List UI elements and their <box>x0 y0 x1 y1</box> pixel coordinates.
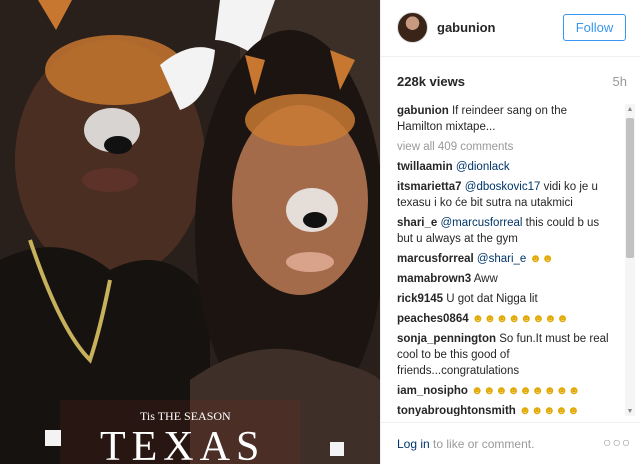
login-prompt-text: to like or comment. <box>429 437 535 451</box>
follow-button[interactable]: Follow <box>563 14 626 41</box>
post-sidebar: gabunion Follow 228k views 5h gabunion I… <box>380 0 640 464</box>
comment-user[interactable]: twillaamin <box>397 161 453 173</box>
scroll-down-arrow-icon[interactable]: ▼ <box>625 406 635 416</box>
comment: tonyabroughtonsmith ☻☻☻☻☻ <box>397 403 611 416</box>
comment: peaches0864 ☻☻☻☻☻☻☻☻ <box>397 311 611 327</box>
comment-user[interactable]: tonyabroughtonsmith <box>397 405 516 416</box>
comments-list: gabunion If reindeer sang on the Hamilto… <box>397 103 611 416</box>
scrollbar-thumb[interactable] <box>626 118 634 258</box>
comment-text: ☻☻ <box>526 253 554 265</box>
caption-user[interactable]: gabunion <box>397 105 449 117</box>
post-username[interactable]: gabunion <box>437 20 496 35</box>
caption: gabunion If reindeer sang on the Hamilto… <box>397 103 611 135</box>
post-header: gabunion Follow <box>381 0 640 57</box>
comment-mention[interactable]: @dionlack <box>456 161 510 173</box>
comment-mention[interactable]: @dboskovic17 <box>465 181 541 193</box>
comment-user[interactable]: sonja_pennington <box>397 333 496 345</box>
comment: iam_nosipho ☻☻☻☻☻☻☻☻☻ <box>397 383 611 399</box>
comment: marcusforreal @shari_e ☻☻ <box>397 251 611 267</box>
comment: twillaamin @dionlack <box>397 159 611 175</box>
comment-user[interactable]: mamabrown3 <box>397 273 471 285</box>
comment-text: Aww <box>473 273 498 285</box>
post-photo: Tis THE SEASON TEXAS <box>0 0 380 464</box>
comment-user[interactable]: iam_nosipho <box>397 385 468 397</box>
login-link[interactable]: Log in <box>397 437 430 451</box>
comment-user[interactable]: shari_e <box>397 217 437 229</box>
comment-user[interactable]: marcusforreal <box>397 253 474 265</box>
comment: mamabrown3 Aww <box>397 271 611 287</box>
scroll-up-arrow-icon[interactable]: ▲ <box>625 104 635 114</box>
comment-mention[interactable]: @shari_e <box>477 253 526 265</box>
post-stats: 228k views 5h <box>397 74 627 89</box>
comment-mention[interactable]: @marcusforreal <box>440 217 522 229</box>
avatar[interactable] <box>397 12 428 43</box>
comments-scrollbar[interactable]: ▲ ▼ <box>625 104 635 416</box>
comment: sonja_pennington So fun.It must be real … <box>397 331 611 379</box>
comment: itsmarietta7 @dboskovic17 vidi ko je u t… <box>397 179 611 211</box>
comment: rick9145 U got dat Nigga lit <box>397 291 611 307</box>
comment-text: U got dat Nigga lit <box>446 293 538 305</box>
views-count: 228k views <box>397 74 465 89</box>
login-prompt: Log in to like or comment. <box>397 437 534 451</box>
season-overlay-text: Tis THE SEASON <box>140 409 231 423</box>
comment-user[interactable]: peaches0864 <box>397 313 469 325</box>
comment-text: ☻☻☻☻☻☻☻☻☻ <box>471 385 581 397</box>
post-footer: Log in to like or comment. ○○○ <box>381 422 640 464</box>
comment-user[interactable]: itsmarietta7 <box>397 181 462 193</box>
comment-text: ☻☻☻☻☻ <box>519 405 580 416</box>
post-time[interactable]: 5h <box>613 74 627 89</box>
photo-illustration: Tis THE SEASON TEXAS <box>0 0 380 464</box>
view-all-comments-link[interactable]: view all 409 comments <box>397 139 611 155</box>
texas-overlay-text: TEXAS <box>100 424 265 464</box>
more-dots-icon[interactable]: ○○○ <box>603 434 631 450</box>
comment-user[interactable]: rick9145 <box>397 293 443 305</box>
comment: shari_e @marcusforreal this could b us b… <box>397 215 611 247</box>
comment-text: ☻☻☻☻☻☻☻☻ <box>471 313 569 325</box>
